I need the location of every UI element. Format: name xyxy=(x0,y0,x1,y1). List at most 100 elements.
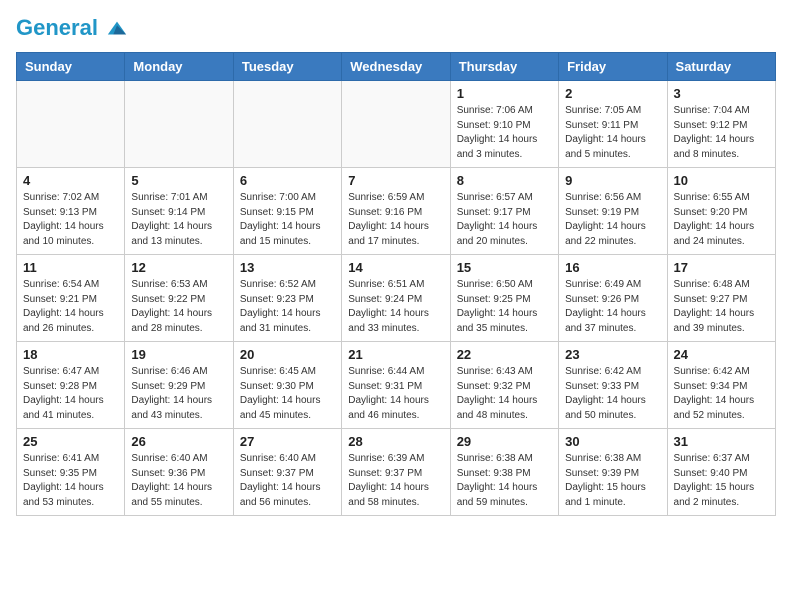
day-number: 26 xyxy=(131,434,226,449)
day-number: 3 xyxy=(674,86,769,101)
calendar-cell: 30 Sunrise: 6:38 AM Sunset: 9:39 PM Dayli… xyxy=(559,429,667,516)
calendar-cell: 8 Sunrise: 6:57 AM Sunset: 9:17 PM Daylig… xyxy=(450,168,558,255)
page-header: General xyxy=(16,16,776,40)
day-info: Sunrise: 6:41 AM Sunset: 9:35 PM Dayligh… xyxy=(23,452,118,510)
calendar-cell: 27 Sunrise: 6:40 AM Sunset: 9:37 PM Dayli… xyxy=(233,429,341,516)
calendar-cell: 31 Sunrise: 6:37 AM Sunset: 9:40 PM Dayli… xyxy=(667,429,775,516)
day-number: 6 xyxy=(240,173,335,188)
day-number: 16 xyxy=(565,260,660,275)
calendar-cell: 13 Sunrise: 6:52 AM Sunset: 9:23 PM Dayli… xyxy=(233,255,341,342)
day-number: 5 xyxy=(131,173,226,188)
day-number: 2 xyxy=(565,86,660,101)
calendar-cell: 16 Sunrise: 6:49 AM Sunset: 9:26 PM Dayli… xyxy=(559,255,667,342)
day-number: 21 xyxy=(348,347,443,362)
day-info: Sunrise: 7:04 AM Sunset: 9:12 PM Dayligh… xyxy=(674,104,769,162)
calendar-cell: 24Sunrise: 6:42 AM Sunset: 9:34 PM Dayli… xyxy=(667,342,775,429)
day-number: 8 xyxy=(457,173,552,188)
calendar-cell: 25 Sunrise: 6:41 AM Sunset: 9:35 PM Dayli… xyxy=(17,429,125,516)
day-info: Sunrise: 6:45 AM Sunset: 9:30 PM Dayligh… xyxy=(240,365,335,423)
day-number: 7 xyxy=(348,173,443,188)
day-info: Sunrise: 6:38 AM Sunset: 9:39 PM Dayligh… xyxy=(565,452,660,510)
calendar-cell: 15 Sunrise: 6:50 AM Sunset: 9:25 PM Dayli… xyxy=(450,255,558,342)
day-info: Sunrise: 6:53 AM Sunset: 9:22 PM Dayligh… xyxy=(131,278,226,336)
calendar-cell xyxy=(125,81,233,168)
day-info: Sunrise: 6:54 AM Sunset: 9:21 PM Dayligh… xyxy=(23,278,118,336)
calendar-cell: 7 Sunrise: 6:59 AM Sunset: 9:16 PM Daylig… xyxy=(342,168,450,255)
calendar-cell: 26 Sunrise: 6:40 AM Sunset: 9:36 PM Dayli… xyxy=(125,429,233,516)
calendar-cell: 22 Sunrise: 6:43 AM Sunset: 9:32 PM Dayli… xyxy=(450,342,558,429)
day-info: Sunrise: 6:52 AM Sunset: 9:23 PM Dayligh… xyxy=(240,278,335,336)
day-info: Sunrise: 6:59 AM Sunset: 9:16 PM Dayligh… xyxy=(348,191,443,249)
calendar-day-header: Wednesday xyxy=(342,53,450,81)
calendar-header-row: SundayMondayTuesdayWednesdayThursdayFrid… xyxy=(17,53,776,81)
day-number: 25 xyxy=(23,434,118,449)
day-info: Sunrise: 6:39 AM Sunset: 9:37 PM Dayligh… xyxy=(348,452,443,510)
calendar-cell: 21 Sunrise: 6:44 AM Sunset: 9:31 PM Dayli… xyxy=(342,342,450,429)
day-info: Sunrise: 6:48 AM Sunset: 9:27 PM Dayligh… xyxy=(674,278,769,336)
logo-text: General xyxy=(16,16,128,40)
calendar-cell: 14 Sunrise: 6:51 AM Sunset: 9:24 PM Dayli… xyxy=(342,255,450,342)
calendar-cell: 18Sunrise: 6:47 AM Sunset: 9:28 PM Dayli… xyxy=(17,342,125,429)
day-info: Sunrise: 6:55 AM Sunset: 9:20 PM Dayligh… xyxy=(674,191,769,249)
day-info: Sunrise: 6:51 AM Sunset: 9:24 PM Dayligh… xyxy=(348,278,443,336)
day-info: Sunrise: 6:38 AM Sunset: 9:38 PM Dayligh… xyxy=(457,452,552,510)
day-number: 1 xyxy=(457,86,552,101)
day-info: Sunrise: 7:02 AM Sunset: 9:13 PM Dayligh… xyxy=(23,191,118,249)
day-number: 22 xyxy=(457,347,552,362)
calendar-cell: 19 Sunrise: 6:46 AM Sunset: 9:29 PM Dayli… xyxy=(125,342,233,429)
calendar-cell: 5Sunrise: 7:01 AM Sunset: 9:14 PM Daylig… xyxy=(125,168,233,255)
day-number: 14 xyxy=(348,260,443,275)
day-info: Sunrise: 6:57 AM Sunset: 9:17 PM Dayligh… xyxy=(457,191,552,249)
calendar-day-header: Sunday xyxy=(17,53,125,81)
day-info: Sunrise: 6:42 AM Sunset: 9:34 PM Dayligh… xyxy=(674,365,769,423)
day-info: Sunrise: 6:50 AM Sunset: 9:25 PM Dayligh… xyxy=(457,278,552,336)
calendar-cell: 23 Sunrise: 6:42 AM Sunset: 9:33 PM Dayli… xyxy=(559,342,667,429)
day-number: 9 xyxy=(565,173,660,188)
day-info: Sunrise: 6:46 AM Sunset: 9:29 PM Dayligh… xyxy=(131,365,226,423)
day-info: Sunrise: 6:56 AM Sunset: 9:19 PM Dayligh… xyxy=(565,191,660,249)
day-number: 13 xyxy=(240,260,335,275)
calendar-cell: 11 Sunrise: 6:54 AM Sunset: 9:21 PM Dayli… xyxy=(17,255,125,342)
day-info: Sunrise: 6:37 AM Sunset: 9:40 PM Dayligh… xyxy=(674,452,769,510)
day-info: Sunrise: 6:44 AM Sunset: 9:31 PM Dayligh… xyxy=(348,365,443,423)
day-info: Sunrise: 7:05 AM Sunset: 9:11 PM Dayligh… xyxy=(565,104,660,162)
calendar-cell xyxy=(233,81,341,168)
calendar-cell xyxy=(17,81,125,168)
calendar-day-header: Friday xyxy=(559,53,667,81)
calendar-cell: 29Sunrise: 6:38 AM Sunset: 9:38 PM Dayli… xyxy=(450,429,558,516)
calendar-cell: 1 Sunrise: 7:06 AM Sunset: 9:10 PM Daylig… xyxy=(450,81,558,168)
calendar-day-header: Tuesday xyxy=(233,53,341,81)
day-info: Sunrise: 7:00 AM Sunset: 9:15 PM Dayligh… xyxy=(240,191,335,249)
calendar-week-row: 1 Sunrise: 7:06 AM Sunset: 9:10 PM Daylig… xyxy=(17,81,776,168)
day-number: 31 xyxy=(674,434,769,449)
day-number: 20 xyxy=(240,347,335,362)
day-number: 4 xyxy=(23,173,118,188)
calendar-cell: 12Sunrise: 6:53 AM Sunset: 9:22 PM Dayli… xyxy=(125,255,233,342)
day-info: Sunrise: 6:40 AM Sunset: 9:36 PM Dayligh… xyxy=(131,452,226,510)
day-number: 28 xyxy=(348,434,443,449)
calendar-day-header: Thursday xyxy=(450,53,558,81)
calendar-cell: 17 Sunrise: 6:48 AM Sunset: 9:27 PM Dayli… xyxy=(667,255,775,342)
calendar-week-row: 25 Sunrise: 6:41 AM Sunset: 9:35 PM Dayli… xyxy=(17,429,776,516)
calendar-day-header: Monday xyxy=(125,53,233,81)
day-number: 15 xyxy=(457,260,552,275)
calendar-cell: 2 Sunrise: 7:05 AM Sunset: 9:11 PM Daylig… xyxy=(559,81,667,168)
day-info: Sunrise: 7:06 AM Sunset: 9:10 PM Dayligh… xyxy=(457,104,552,162)
calendar-cell: 28 Sunrise: 6:39 AM Sunset: 9:37 PM Dayli… xyxy=(342,429,450,516)
day-number: 30 xyxy=(565,434,660,449)
day-info: Sunrise: 6:49 AM Sunset: 9:26 PM Dayligh… xyxy=(565,278,660,336)
calendar-cell: 10 Sunrise: 6:55 AM Sunset: 9:20 PM Dayli… xyxy=(667,168,775,255)
day-number: 17 xyxy=(674,260,769,275)
day-info: Sunrise: 6:47 AM Sunset: 9:28 PM Dayligh… xyxy=(23,365,118,423)
day-number: 10 xyxy=(674,173,769,188)
day-number: 27 xyxy=(240,434,335,449)
calendar-week-row: 18Sunrise: 6:47 AM Sunset: 9:28 PM Dayli… xyxy=(17,342,776,429)
calendar-cell: 6 Sunrise: 7:00 AM Sunset: 9:15 PM Daylig… xyxy=(233,168,341,255)
calendar-week-row: 4 Sunrise: 7:02 AM Sunset: 9:13 PM Daylig… xyxy=(17,168,776,255)
day-number: 19 xyxy=(131,347,226,362)
day-number: 11 xyxy=(23,260,118,275)
day-number: 23 xyxy=(565,347,660,362)
day-info: Sunrise: 6:40 AM Sunset: 9:37 PM Dayligh… xyxy=(240,452,335,510)
day-info: Sunrise: 6:42 AM Sunset: 9:33 PM Dayligh… xyxy=(565,365,660,423)
day-info: Sunrise: 6:43 AM Sunset: 9:32 PM Dayligh… xyxy=(457,365,552,423)
